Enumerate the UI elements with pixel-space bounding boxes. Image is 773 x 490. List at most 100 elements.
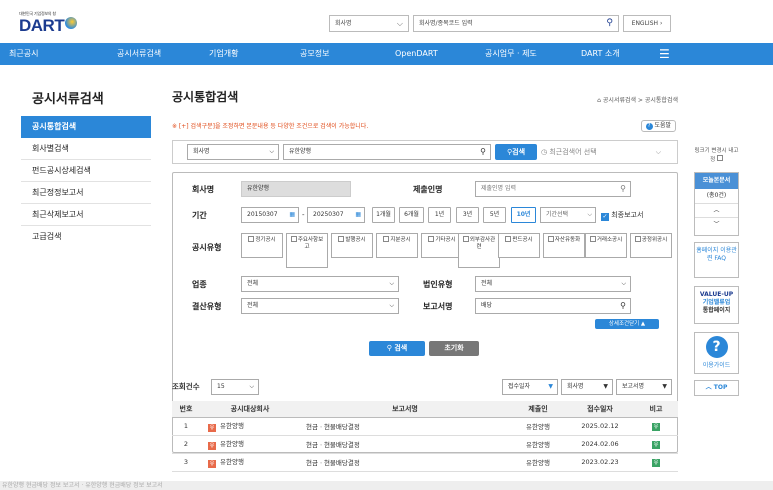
nav-item-about[interactable]: DART 소개 [581,43,620,65]
quick-search-type-value: 회사명 [193,148,210,155]
type-fund[interactable]: 펀드공시 [498,233,540,258]
sidebar-item-deleted[interactable]: 최근삭제보고서 [21,204,151,226]
faq-button[interactable]: 홈페이지 이용관련 FAQ [694,242,739,278]
search-icon[interactable]: ⚲ [606,16,613,31]
row-report[interactable]: 현금ㆍ현물배당결정 [300,435,510,454]
recent-search-select[interactable]: ◷ 최근검색어 선택 ⌵ [541,144,665,160]
row-company[interactable]: 유 유한양행 [200,435,300,454]
detail-toggle-button[interactable]: 상세조건닫기 ▲ [595,319,659,329]
value-up-button[interactable]: VALUE-UP 기업밸류업 통합페이지 [694,286,739,324]
calendar-icon[interactable]: ▦ [355,208,361,222]
search-button-label: 검색 [394,344,408,352]
nav-item-search[interactable]: 공시서류검색 [117,43,161,65]
type-audit-label: 외부감사관련 [469,237,496,250]
main-nav: 최근공시 공시서류검색 기업개황 공모정보 OpenDART 공시업무 · 제도… [0,43,773,65]
period-3y[interactable]: 3년 [456,207,479,223]
calendar-icon[interactable]: ▦ [289,208,295,222]
sidebar-item-corrected[interactable]: 최근정정보고서 [21,182,151,204]
period-1m[interactable]: 1개월 [372,207,395,223]
type-other[interactable]: 기타공시 [421,233,463,258]
report-name-field[interactable]: 배당 ⚲ [475,298,631,314]
row-company[interactable]: 유 유한양행 [200,453,300,472]
submitter-field[interactable]: 제출인명 입력 ⚲ [475,181,631,197]
sort-report-select[interactable]: 보고서명 ▼ [616,379,672,395]
row-report[interactable]: 현금ㆍ현물배당결정 [300,417,510,436]
font-size-tip[interactable]: 링크기 변경시 내고정 [694,148,739,164]
type-audit[interactable]: 외부감사관련 [458,233,500,268]
english-button[interactable]: ENGLISH › [623,15,671,32]
table-row[interactable]: 2 유 유한양행 현금ㆍ현물배당결정 유한양행 2024.02.06 유 [172,435,678,454]
start-date-field[interactable]: 20150307 ▦ [241,207,299,223]
industry-label: 업종 [192,280,207,289]
end-date-field[interactable]: 20250307 ▦ [307,207,365,223]
row-report[interactable]: 현금ㆍ현물배당결정 [300,453,510,472]
value-up-line2: 기업밸류업 [702,299,731,306]
corp-type-select[interactable]: 전체 ⌵ [475,276,631,292]
user-guide-button[interactable]: ? 이용가이드 [694,332,739,374]
row-number: 2 [172,435,200,454]
final-report-checkbox[interactable]: ✓ 최종보고서 [601,210,643,221]
type-ftc[interactable]: 공정위공시 [630,233,672,258]
chevron-down-icon: ⌵ [389,280,394,287]
period-5y[interactable]: 5년 [483,207,506,223]
results-table: 번호 공시대상회사 보고서명 제출인 접수일자 비고 1 유 유한양행 현금ㆍ현물… [172,401,678,472]
reset-button[interactable]: 초기화 [429,341,479,356]
opinion-header[interactable]: 모놀본문서 [695,173,738,189]
quick-search-input[interactable]: 유한양행 ⚲ [283,144,491,160]
sidebar-item-company[interactable]: 회사별검색 [21,138,151,160]
type-abs[interactable]: 자산유동화 [543,233,585,258]
type-major[interactable]: 주요사항보고 [286,233,328,268]
caret-down-icon: ▼ [662,383,667,390]
menu-icon[interactable]: ☰ [659,43,670,65]
header-search-type-select[interactable]: 회사명 ⌵ [329,15,409,32]
chevron-down-icon: ⌵ [389,302,394,309]
checkbox-icon [338,236,345,242]
row-company[interactable]: 유 유한양행 [200,417,300,436]
english-label: ENGLISH [631,20,659,27]
sidebar-item-advanced[interactable]: 고급검색 [21,226,151,248]
nav-item-business[interactable]: 공시업무 · 제도 [485,43,537,65]
faq-label: 홈페이지 이용관련 FAQ [696,247,737,262]
dart-logo[interactable]: 대한민국 기업정보의 창 DART [19,11,78,34]
sidebar-item-fund[interactable]: 펀드공시상세검색 [21,160,151,182]
sort-date-label: 접수일자 [508,383,531,390]
type-exchange[interactable]: 거래소공시 [585,233,627,258]
row-note: 유 [634,435,678,454]
type-regular-label: 정기공시 [255,237,276,243]
quick-search-type-select[interactable]: 회사명 ⌵ [187,144,279,160]
user-guide-label: 이용가이드 [702,362,731,369]
nav-item-opendart[interactable]: OpenDART [395,43,438,65]
chevron-down-icon[interactable]: ﹀ [695,217,738,231]
chevron-up-icon[interactable]: ︿ [695,203,738,217]
search-button[interactable]: ⚲ 검색 [369,341,425,356]
period-1y[interactable]: 1년 [428,207,451,223]
settlement-select[interactable]: 전체 ⌵ [241,298,399,314]
header-search-input[interactable]: 회사명/종목코드 입력 ⚲ [413,15,619,32]
industry-select[interactable]: 전체 ⌵ [241,276,399,292]
top-label: TOP [713,384,728,391]
sidebar-item-integrated[interactable]: 공시통합검색 [21,116,151,138]
company-label: 회사명 [192,185,215,194]
row-submitter: 유한양행 [510,453,566,472]
type-regular[interactable]: 정기공시 [241,233,283,258]
help-button[interactable]: ? 도움말 [640,120,676,132]
quick-search-button[interactable]: ⚲검색 [495,144,537,160]
period-select[interactable]: 기간선택 ⌵ [540,207,596,223]
nav-item-offering[interactable]: 공모정보 [300,43,329,65]
company-field[interactable]: 유한양행 [241,181,351,197]
nav-item-overview[interactable]: 기업개황 [209,43,238,65]
period-6m[interactable]: 6개월 [399,207,424,223]
nav-item-recent[interactable]: 최근공시 [9,43,38,65]
type-issue[interactable]: 발행공시 [331,233,373,258]
home-icon[interactable]: ⌂ [597,97,601,104]
sort-company-select[interactable]: 회사명 ▼ [561,379,613,395]
table-row[interactable]: 1 유 유한양행 현금ㆍ현물배당결정 유한양행 2025.02.12 유 [172,417,678,436]
date-separator: - [302,211,305,219]
type-equity[interactable]: 지분공시 [376,233,418,258]
count-select[interactable]: 15 ⌵ [211,379,259,395]
checkbox-icon [462,236,469,242]
sort-date-select[interactable]: 접수일자 ▼ [502,379,558,395]
table-row[interactable]: 3 유 유한양행 현금ㆍ현물배당결정 유한양행 2023.02.23 유 [172,453,678,472]
period-10y[interactable]: 10년 [511,207,536,223]
top-button[interactable]: ︿ TOP [694,380,739,396]
